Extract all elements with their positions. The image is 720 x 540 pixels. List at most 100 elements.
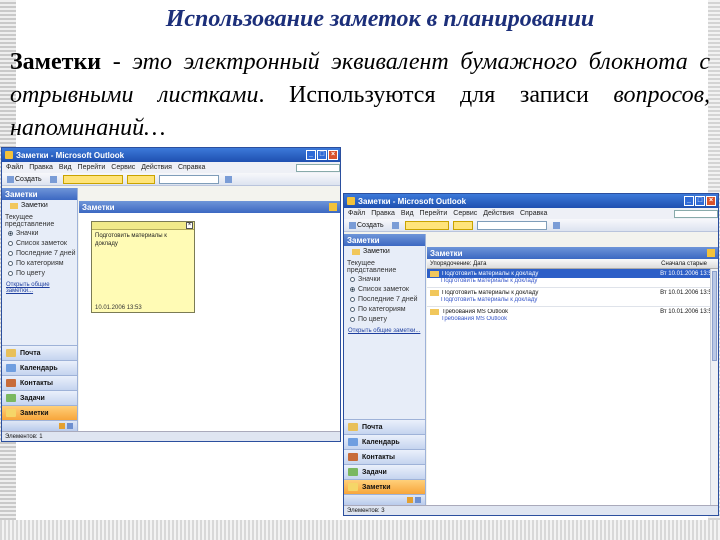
menu-view[interactable]: Вид (59, 164, 72, 171)
view-label: Значки (358, 275, 381, 283)
help-button[interactable] (223, 175, 234, 184)
nav-button-calendar[interactable]: Календарь (2, 360, 77, 375)
nav-button-calendar[interactable]: Календарь (344, 434, 425, 449)
nav-button-mail[interactable]: Почта (2, 345, 77, 360)
window-titlebar[interactable]: Заметки - Microsoft Outlook _ □ × (344, 194, 718, 208)
find-input[interactable] (62, 174, 123, 184)
arrange-by-header[interactable]: Упорядочение: Дата (427, 261, 640, 267)
view-by-color[interactable]: По цвету (344, 314, 425, 324)
delete-icon (391, 221, 399, 229)
shortcuts-icon[interactable] (67, 423, 73, 429)
open-shared-notes-link[interactable]: Открыть общие заметки... (344, 328, 425, 334)
new-note-button[interactable]: Создать (347, 221, 386, 230)
note-row[interactable]: Подготовить материалы к докладу Вт 10.01.… (427, 269, 718, 278)
column-header-row: Упорядочение: Дата Сначала старые (427, 259, 718, 269)
nav-button-label: Контакты (362, 453, 396, 461)
note-icon (329, 203, 337, 211)
nav-button-tasks[interactable]: Задачи (2, 390, 77, 405)
menu-edit[interactable]: Правка (29, 164, 53, 171)
folder-list-icon[interactable] (59, 423, 65, 429)
delete-icon (49, 175, 57, 183)
view-by-color[interactable]: По цвету (2, 268, 77, 278)
help-icon (224, 175, 232, 183)
radio-icon (8, 240, 13, 246)
radio-icon (350, 276, 355, 282)
find-button[interactable] (126, 174, 155, 184)
help-search-input[interactable] (296, 163, 340, 172)
view-notes-list[interactable]: Список заметок (2, 238, 77, 248)
view-by-category[interactable]: По категориям (2, 258, 77, 268)
close-button[interactable]: × (706, 196, 716, 206)
vertical-scrollbar[interactable] (710, 269, 718, 505)
nav-button-contacts[interactable]: Контакты (344, 449, 425, 464)
slide-text-mid: . Используются для записи (258, 82, 614, 108)
view-last-7-days[interactable]: Последние 7 дней (2, 248, 77, 258)
nav-folder-notes[interactable]: Заметки (344, 246, 425, 257)
view-icons[interactable]: Значки (344, 274, 425, 284)
menu-file[interactable]: Файл (348, 210, 365, 217)
maximize-button[interactable]: □ (695, 196, 705, 206)
tasks-icon (348, 468, 358, 476)
nav-button-notes[interactable]: Заметки (344, 479, 425, 494)
nav-button-mail[interactable]: Почта (344, 419, 425, 434)
folder-list-icon[interactable] (407, 497, 413, 503)
view-notes-list[interactable]: Список заметок (344, 284, 425, 294)
new-label: Создать (357, 221, 384, 229)
sort-order-header[interactable]: Сначала старые (640, 261, 718, 267)
delete-button[interactable] (48, 175, 59, 184)
nav-button-notes[interactable]: Заметки (2, 405, 77, 420)
note-card[interactable]: × Подготовить материалы к докладу 10.01.… (91, 221, 195, 313)
close-button[interactable]: × (328, 150, 338, 160)
note-row[interactable]: Требования MS Outlook Вт 10.01.2006 13:55 (427, 307, 718, 316)
delete-button[interactable] (390, 221, 401, 230)
toolbar: Создать (2, 173, 340, 186)
minimize-button[interactable]: _ (684, 196, 694, 206)
outlook-window-icons: Заметки - Microsoft Outlook _ □ × Файл П… (1, 147, 341, 442)
menu-help[interactable]: Справка (520, 210, 547, 217)
nav-button-contacts[interactable]: Контакты (2, 375, 77, 390)
shortcuts-icon[interactable] (415, 497, 421, 503)
minimize-button[interactable]: _ (306, 150, 316, 160)
menu-actions[interactable]: Действия (141, 164, 172, 171)
radio-icon (8, 230, 13, 236)
view-last-7-days[interactable]: Последние 7 дней (344, 294, 425, 304)
view-by-category[interactable]: По категориям (344, 304, 425, 314)
note-preview: Требования MS Outlook (441, 316, 508, 322)
menu-go[interactable]: Перейти (420, 210, 448, 217)
maximize-button[interactable]: □ (317, 150, 327, 160)
menu-help[interactable]: Справка (178, 164, 205, 171)
folder-icon (352, 248, 360, 255)
radio-icon (8, 250, 13, 256)
calendar-icon (6, 364, 16, 372)
window-titlebar[interactable]: Заметки - Microsoft Outlook _ □ × (2, 148, 340, 162)
note-close-icon[interactable]: × (186, 222, 193, 229)
view-label: Список заметок (358, 285, 409, 293)
menu-actions[interactable]: Действия (483, 210, 514, 217)
scrollbar-thumb[interactable] (712, 271, 717, 361)
menu-view[interactable]: Вид (401, 210, 414, 217)
new-note-button[interactable]: Создать (5, 175, 44, 184)
menu-file[interactable]: Файл (6, 164, 23, 171)
view-label: Значки (16, 229, 39, 237)
note-row[interactable]: Подготовить материалы к докладу Вт 10.01.… (427, 288, 718, 297)
tasks-icon (6, 394, 16, 402)
nav-folder-notes[interactable]: Заметки (2, 200, 77, 211)
note-item-icon (430, 308, 439, 315)
search-input[interactable] (476, 220, 547, 230)
menu-edit[interactable]: Правка (371, 210, 395, 217)
note-titlebar[interactable]: × (92, 222, 194, 230)
view-icons[interactable]: Значки (2, 228, 77, 238)
find-button[interactable] (452, 220, 473, 230)
nav-button-label: Почта (20, 349, 41, 357)
radio-icon (350, 286, 355, 292)
open-shared-notes-link[interactable]: Открыть общие заметки... (2, 282, 77, 294)
search-input[interactable] (158, 174, 219, 184)
nav-button-tasks[interactable]: Задачи (344, 464, 425, 479)
menu-tools[interactable]: Сервис (111, 164, 135, 171)
menu-tools[interactable]: Сервис (453, 210, 477, 217)
note-text[interactable]: Подготовить материалы к докладу (92, 230, 194, 250)
help-button[interactable] (551, 221, 562, 230)
help-search-input[interactable] (674, 209, 718, 218)
find-input[interactable] (404, 220, 449, 230)
menu-go[interactable]: Перейти (78, 164, 106, 171)
